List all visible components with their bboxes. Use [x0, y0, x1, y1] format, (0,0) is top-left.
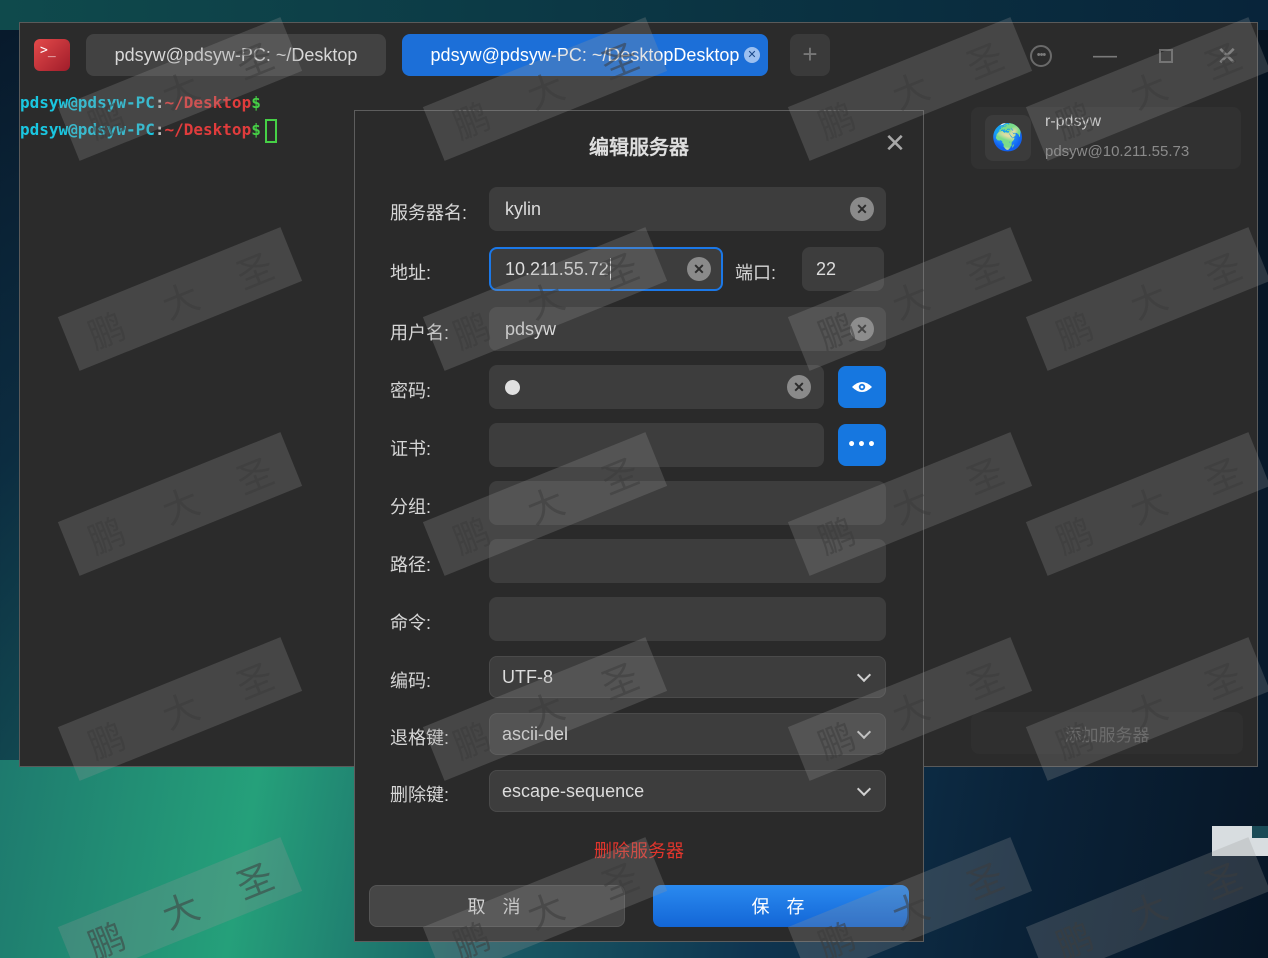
tab-desktop[interactable]: pdsyw@pdsyw-PC: ~/Desktop [86, 34, 386, 76]
clear-username-icon[interactable]: ✕ [850, 317, 874, 341]
prompt-user: pdsyw@pdsyw-PC [20, 120, 155, 139]
port-value: 22 [816, 258, 837, 279]
address-input[interactable]: 10.211.55.72 ✕ [489, 247, 723, 291]
server-name-label: 服务器名: [390, 203, 468, 223]
encoding-value: UTF-8 [502, 666, 553, 687]
tab-label: pdsyw@pdsyw-PC: ~/DesktopDesktop [430, 44, 740, 65]
eye-icon [852, 382, 872, 392]
port-input[interactable]: 22 [802, 247, 884, 291]
certificate-input[interactable] [489, 423, 824, 467]
tab-close-icon[interactable]: ✕ [744, 47, 760, 63]
server-address: pdsyw@10.211.55.73 [1045, 143, 1190, 160]
delete-key-label: 删除键: [390, 785, 450, 805]
clear-server-name-icon[interactable]: ✕ [850, 197, 874, 221]
edit-server-dialog: 编辑服务器 ✕ 服务器名: kylin ✕ 地址: 10.211.55.72 ✕… [354, 110, 924, 942]
password-input[interactable]: ✕ [489, 365, 824, 409]
clear-password-icon[interactable]: ✕ [787, 375, 811, 399]
prompt-symbol: $ [251, 120, 261, 139]
delete-key-value: escape-sequence [502, 780, 645, 801]
chevron-down-icon [857, 726, 873, 742]
encoding-label: 编码: [390, 671, 432, 691]
browse-certificate-button[interactable]: ••• [838, 424, 886, 466]
window-menu-button[interactable]: ••• [1026, 41, 1056, 71]
server-name: r-pdsyw [1045, 113, 1102, 130]
more-icon: ••• [847, 437, 877, 453]
tab-label: pdsyw@pdsyw-PC: ~/Desktop [114, 44, 358, 65]
prompt-symbol: $ [251, 93, 261, 112]
delete-key-select[interactable]: escape-sequence [489, 770, 886, 812]
prompt-separator: : [154, 93, 165, 112]
server-name-input[interactable]: kylin ✕ [489, 187, 886, 231]
desktop-widget[interactable] [1212, 826, 1268, 856]
terminal-app-icon: >_ [34, 39, 70, 71]
title-bar: >_ pdsyw@pdsyw-PC: ~/Desktop pdsyw@pdsyw… [20, 23, 1257, 89]
backspace-select[interactable]: ascii-del [489, 713, 886, 755]
prompt-user: pdsyw@pdsyw-PC [20, 93, 155, 112]
minimize-button[interactable]: — [1090, 41, 1120, 71]
prompt-separator: : [154, 120, 165, 139]
certificate-label: 证书: [390, 439, 432, 459]
chevron-down-icon [857, 783, 873, 799]
username-label: 用户名: [390, 323, 450, 343]
address-value: 10.211.55.72 [505, 258, 609, 279]
backspace-label: 退格键: [390, 728, 450, 748]
dialog-close-button[interactable]: ✕ [883, 130, 907, 156]
maximize-button[interactable] [1151, 41, 1181, 71]
add-tab-button[interactable]: + [790, 34, 830, 76]
address-label: 地址: [390, 263, 432, 283]
server-name-value: kylin [505, 198, 542, 219]
delete-server-link[interactable]: 删除服务器 [355, 837, 923, 863]
prompt-dir: ~/Desktop [164, 120, 252, 139]
cancel-button[interactable]: 取 消 [369, 885, 625, 927]
password-label: 密码: [390, 381, 432, 401]
prompt-dir: ~/Desktop [164, 93, 252, 112]
add-server-button[interactable]: 添加服务器 [971, 712, 1243, 754]
server-list-item[interactable]: 🌍 r-pdsyw pdsyw@10.211.55.73 [971, 107, 1241, 169]
port-label: 端口: [735, 263, 777, 283]
show-password-button[interactable] [838, 366, 886, 408]
command-input[interactable] [489, 597, 886, 641]
close-window-button[interactable]: ✕ [1212, 41, 1242, 71]
dialog-title: 编辑服务器 [589, 137, 689, 159]
clear-address-icon[interactable]: ✕ [687, 257, 711, 281]
path-label: 路径: [390, 555, 432, 575]
group-label: 分组: [390, 497, 432, 517]
path-input[interactable] [489, 539, 886, 583]
globe-icon: 🌍 [985, 115, 1031, 161]
command-label: 命令: [390, 613, 432, 633]
more-icon: ••• [1030, 45, 1052, 67]
password-dot [505, 379, 520, 395]
username-value: pdsyw [505, 318, 557, 339]
backspace-value: ascii-del [502, 723, 569, 744]
tab-desktop-active[interactable]: pdsyw@pdsyw-PC: ~/DesktopDesktop ✕ [402, 34, 768, 76]
maximize-icon [1159, 49, 1173, 63]
username-input[interactable]: pdsyw ✕ [489, 307, 886, 351]
encoding-select[interactable]: UTF-8 [489, 656, 886, 698]
group-input[interactable] [489, 481, 886, 525]
terminal-cursor [264, 118, 277, 143]
save-button[interactable]: 保 存 [653, 885, 909, 927]
chevron-down-icon [857, 669, 873, 685]
text-cursor [609, 258, 611, 280]
